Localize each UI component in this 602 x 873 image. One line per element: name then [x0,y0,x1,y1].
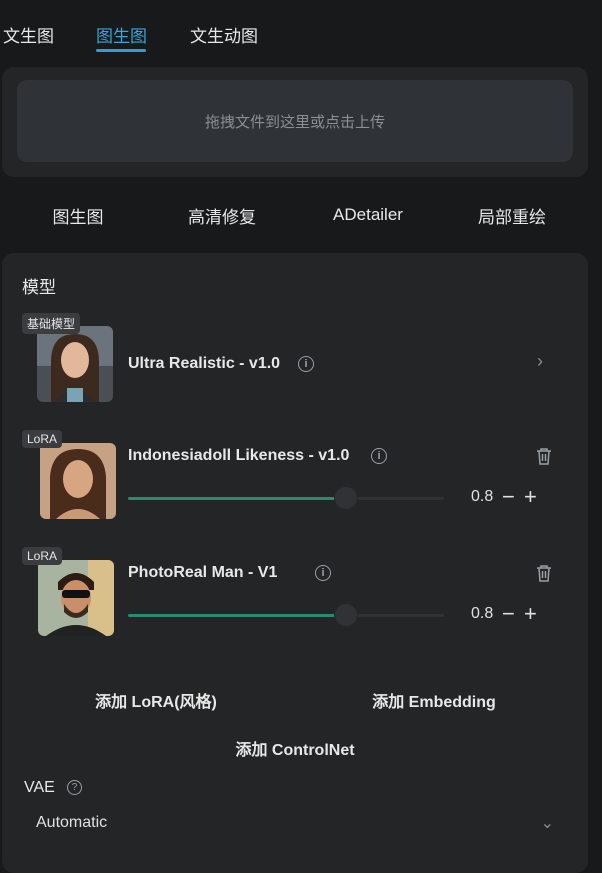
base-model-card[interactable]: 基础模型 Ultra Realistic - v1.0 i › [22,313,552,413]
lora-weight-slider[interactable] [128,604,444,626]
mode-tabs: 文生图 图生图 文生动图 [0,0,602,60]
info-icon[interactable]: i [298,356,314,372]
subtab-image-to-image[interactable]: 图生图 [10,196,146,234]
model-type-badge: LoRA [22,430,63,448]
lora-card-1: LoRA Indonesiadoll Likeness - v1.0 i 0.8… [22,430,552,530]
subtab-inpaint[interactable]: 局部重绘 [444,196,580,234]
tab-text-to-animation[interactable]: 文生动图 [190,22,258,47]
model-name: PhotoReal Man - V1 [128,564,278,581]
help-icon[interactable]: ? [67,780,82,795]
lora-weight-value[interactable]: 0.8 [471,605,493,623]
base-model-thumbnail [37,326,113,402]
slider-fill [128,614,343,617]
model-type-badge: 基础模型 [22,313,81,334]
increase-button[interactable]: + [524,486,537,508]
model-panel: 模型 基础模型 Ultra Realistic - v1.0 i › LoRA … [2,253,588,873]
slider-handle[interactable] [335,487,357,509]
vae-select[interactable]: Automatic ⌄ [22,805,568,841]
lora-thumbnail-2 [38,560,114,636]
decrease-button[interactable]: − [502,486,515,508]
increase-button[interactable]: + [524,603,537,625]
vae-label: VAE [24,779,55,796]
model-name: Indonesiadoll Likeness - v1.0 [128,447,350,464]
lora-card-2: LoRA PhotoReal Man - V1 i 0.8 − + [22,547,552,647]
upload-card: 拖拽文件到这里或点击上传 [2,67,588,177]
slider-fill [128,497,343,500]
subtab-hires-fix[interactable]: 高清修复 [152,196,292,234]
upload-text: 拖拽文件到这里或点击上传 [204,113,385,131]
model-type-badge: LoRA [22,547,63,565]
subtab-adetailer[interactable]: ADetailer [298,196,438,234]
info-icon[interactable]: i [315,565,331,581]
upload-dropzone[interactable]: 拖拽文件到这里或点击上传 [17,80,573,162]
add-lora-button[interactable]: 添加 LoRA(风格) [22,678,290,722]
model-name: Ultra Realistic - v1.0 [128,355,281,372]
chevron-down-icon: ⌄ [540,815,554,832]
slider-handle[interactable] [335,604,357,626]
vae-select-value: Automatic [36,814,108,831]
decrease-button[interactable]: − [502,603,515,625]
sub-tabs: 图生图 高清修复 ADetailer 局部重绘 [0,190,602,240]
info-icon[interactable]: i [371,448,387,464]
delete-icon[interactable] [536,564,552,582]
tab-image-to-image[interactable]: 图生图 [96,22,147,47]
model-section-title: 模型 [22,278,56,297]
delete-icon[interactable] [536,447,552,465]
chevron-right-icon: › [537,351,543,371]
lora-weight-value[interactable]: 0.8 [471,488,493,506]
tab-text-to-image[interactable]: 文生图 [3,22,54,47]
add-embedding-button[interactable]: 添加 Embedding [300,678,568,722]
lora-weight-slider[interactable] [128,487,444,509]
add-controlnet-button[interactable]: 添加 ControlNet [22,726,568,770]
lora-thumbnail-1 [40,443,116,519]
active-tab-indicator [96,49,146,52]
